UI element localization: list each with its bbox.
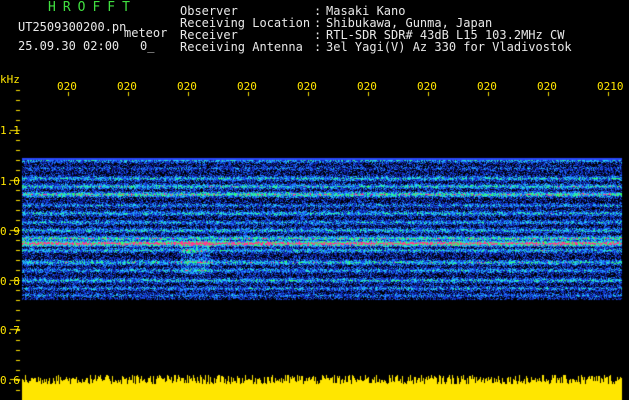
time-tick-label: 020 bbox=[237, 80, 257, 93]
filename-label: UT2509300200.pn bbox=[18, 20, 127, 34]
time-tick-label: 0210 bbox=[597, 80, 624, 93]
datetime-label: 25.09.30 02:00 bbox=[18, 39, 120, 53]
antenna-label: Receiving Antenna bbox=[180, 40, 303, 54]
time-tick-label: 020 bbox=[477, 80, 497, 93]
freq-tick-label: 0.9 bbox=[0, 225, 20, 238]
spectrogram-canvas bbox=[0, 0, 629, 400]
count-label: 0_ bbox=[140, 39, 155, 53]
time-tick-label: 020 bbox=[57, 80, 77, 93]
antenna-value: 3el Yagi(V) Az 330 for Vladivostok bbox=[326, 40, 572, 54]
app-title: HROFFT bbox=[48, 0, 137, 15]
time-tick-label: 020 bbox=[537, 80, 557, 93]
freq-tick-label: 0.7 bbox=[0, 324, 20, 337]
mode-label: meteor bbox=[124, 26, 168, 40]
time-tick-label: 020 bbox=[417, 80, 437, 93]
freq-tick-label: 1.1 bbox=[0, 124, 20, 137]
freq-tick-label: 0.8 bbox=[0, 275, 20, 288]
frequency-unit-label: kHz bbox=[0, 73, 20, 86]
time-tick-label: 020 bbox=[117, 80, 137, 93]
time-tick-label: 020 bbox=[297, 80, 317, 93]
freq-tick-label: 0.6 bbox=[0, 374, 20, 387]
freq-tick-label: 1.0 bbox=[0, 175, 20, 188]
time-tick-label: 020 bbox=[177, 80, 197, 93]
time-tick-label: 020 bbox=[357, 80, 377, 93]
antenna-separator: : bbox=[314, 40, 322, 54]
